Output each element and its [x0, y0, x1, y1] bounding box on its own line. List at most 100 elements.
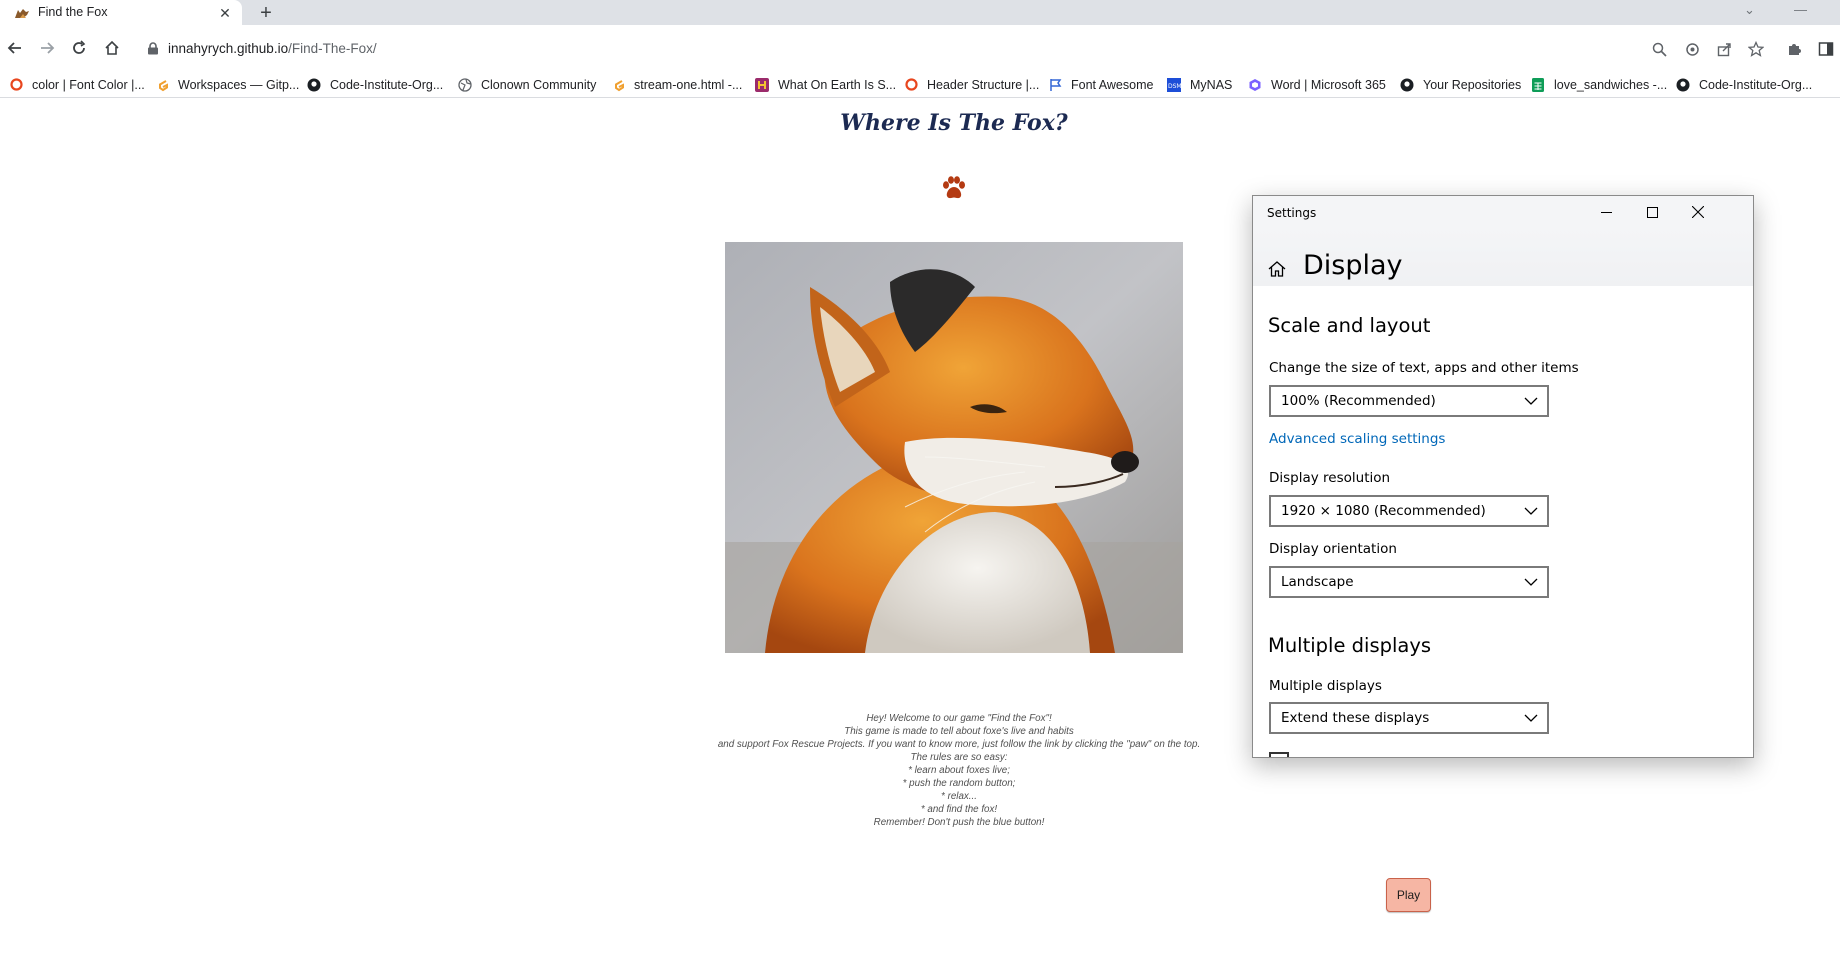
rules-line: * relax... — [941, 791, 977, 802]
github-icon — [1400, 78, 1414, 92]
page-title: Where Is The Fox? — [840, 110, 1068, 136]
fox-favicon-icon — [15, 9, 29, 18]
h-icon — [755, 77, 769, 92]
chevron-down-icon — [1524, 578, 1538, 586]
flag-icon — [1048, 78, 1062, 92]
bookmark-item[interactable]: Font Awesome — [1048, 75, 1153, 94]
bookmark-label: Header Structure |... — [927, 77, 1040, 92]
google-lens-icon[interactable] — [1683, 40, 1701, 58]
bookmark-label: MyNAS — [1190, 77, 1233, 92]
close-icon — [1692, 206, 1704, 218]
bookmark-item[interactable]: color | Font Color |... — [9, 75, 145, 94]
reload-button[interactable] — [66, 35, 92, 61]
orientation-value: Landscape — [1281, 574, 1354, 590]
advanced-scaling-link[interactable]: Advanced scaling settings — [1269, 431, 1445, 447]
gitpod-icon — [611, 78, 625, 92]
lock-icon[interactable] — [147, 42, 159, 55]
chevron-down-icon — [1524, 714, 1538, 722]
game-rules: Hey! Welcome to our game "Find the Fox"!… — [690, 712, 1228, 829]
maximize-window-button[interactable] — [1629, 196, 1675, 228]
fox-image — [725, 242, 1183, 653]
new-tab-button[interactable]: + — [254, 1, 278, 25]
bookmarks-bar: color | Font Color |... Workspaces — Git… — [0, 71, 1840, 98]
bookmark-item[interactable]: Code-Institute-Org... — [1676, 75, 1812, 94]
circle-icon — [9, 78, 23, 92]
svg-text:DSM: DSM — [1168, 83, 1181, 90]
bookmark-label: Code-Institute-Org... — [330, 77, 444, 92]
bookmark-label: love_sandwiches -... — [1554, 77, 1668, 92]
multiple-displays-label: Multiple displays — [1269, 678, 1382, 694]
bookmark-star-icon[interactable] — [1747, 40, 1765, 58]
extensions-puzzle-icon[interactable] — [1785, 40, 1803, 58]
url-text[interactable]: innahyrych.github.io/Find-The-Fox/ — [168, 41, 377, 56]
circle-icon — [904, 78, 918, 92]
chevron-down-icon — [1524, 397, 1538, 405]
bookmark-item[interactable]: Code-Institute-Org... — [307, 75, 443, 94]
bookmark-item[interactable]: Workspaces — Gitp... — [155, 75, 299, 94]
bookmark-item[interactable]: Clonown Community — [458, 75, 596, 94]
dsm-icon: DSM — [1167, 77, 1181, 92]
sheets-icon — [1531, 77, 1545, 92]
tab-strip: Find the Fox ✕ + ⌄ — — [0, 0, 1840, 25]
settings-window-title: Settings — [1267, 206, 1317, 220]
reload-icon — [73, 40, 86, 54]
github-icon — [307, 78, 321, 92]
multiple-displays-heading: Multiple displays — [1268, 634, 1432, 657]
rules-line: and support Fox Rescue Projects. If you … — [717, 739, 1201, 750]
home-icon — [105, 40, 119, 55]
gitpod-icon — [155, 78, 169, 92]
rules-line: The rules are so easy: — [910, 752, 1008, 763]
bookmark-label: Your Repositories — [1423, 77, 1522, 92]
bookmark-item[interactable]: Your Repositories — [1400, 75, 1521, 94]
bookmark-item[interactable]: love_sandwiches -... — [1531, 75, 1667, 94]
zoom-icon[interactable] — [1650, 40, 1668, 58]
resolution-dropdown[interactable]: 1920 × 1080 (Recommended) — [1269, 495, 1549, 527]
bookmark-item[interactable]: stream-one.html -... — [611, 75, 742, 94]
multiple-displays-value: Extend these displays — [1281, 710, 1430, 726]
resolution-value: 1920 × 1080 (Recommended) — [1281, 503, 1486, 519]
home-icon[interactable] — [1267, 259, 1287, 279]
bookmark-label: Font Awesome — [1071, 77, 1154, 92]
tab-close-icon[interactable]: ✕ — [216, 4, 234, 22]
back-button[interactable] — [2, 35, 28, 61]
side-panel-icon[interactable] — [1817, 40, 1835, 58]
text-size-value: 100% (Recommended) — [1281, 393, 1436, 409]
maximize-icon — [1646, 206, 1658, 218]
forward-button[interactable] — [34, 35, 60, 61]
home-button[interactable] — [99, 35, 125, 61]
bookmark-label: Code-Institute-Org... — [1699, 77, 1813, 92]
bookmark-item[interactable]: What On Earth Is S... — [755, 75, 896, 94]
bookmark-item[interactable]: Header Structure |... — [904, 75, 1039, 94]
close-window-button[interactable] — [1675, 196, 1721, 228]
orientation-label: Display orientation — [1269, 541, 1397, 557]
play-button[interactable]: Play — [1386, 878, 1431, 912]
minimize-icon — [1600, 211, 1612, 213]
minimize-window-button[interactable] — [1583, 196, 1629, 228]
minimize-browser-icon[interactable]: — — [1794, 2, 1807, 17]
rules-line: Hey! Welcome to our game "Find the Fox"! — [866, 713, 1052, 724]
scale-layout-heading: Scale and layout — [1268, 314, 1431, 337]
bookmark-item[interactable]: Word | Microsoft 365 — [1248, 75, 1386, 94]
orientation-dropdown[interactable]: Landscape — [1269, 566, 1549, 598]
forward-arrow-icon — [41, 42, 55, 54]
bookmark-label: Workspaces — Gitp... — [178, 77, 300, 92]
tab-find-the-fox[interactable]: Find the Fox ✕ — [0, 0, 242, 25]
bookmark-label: stream-one.html -... — [634, 77, 743, 92]
address-bar[interactable] — [134, 33, 1834, 63]
settings-window: Settings Display Scale and layout Change… — [1252, 195, 1754, 758]
multiple-displays-dropdown[interactable]: Extend these displays — [1269, 702, 1549, 734]
tab-title: Find the Fox — [38, 5, 108, 19]
settings-checkbox[interactable] — [1269, 752, 1289, 757]
rules-line: * push the random button; — [902, 778, 1016, 789]
globe-icon — [458, 77, 472, 92]
rules-line: Remember! Don't push the blue button! — [873, 817, 1045, 828]
bookmark-item[interactable]: DSM MyNAS — [1167, 75, 1232, 94]
url-host: innahyrych.github.io — [168, 41, 289, 56]
bookmark-label: Word | Microsoft 365 — [1271, 77, 1386, 92]
rules-line: * learn about foxes live; — [908, 765, 1010, 776]
share-icon[interactable] — [1715, 40, 1733, 58]
paw-icon[interactable] — [940, 175, 968, 203]
tab-search-icon[interactable]: ⌄ — [1744, 2, 1755, 18]
text-size-dropdown[interactable]: 100% (Recommended) — [1269, 385, 1549, 417]
settings-page-title: Display — [1303, 250, 1403, 281]
